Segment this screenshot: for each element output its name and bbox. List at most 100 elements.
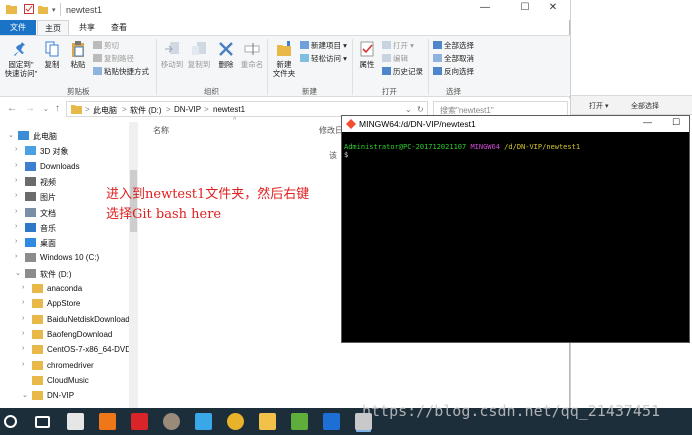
foxmail-icon[interactable] bbox=[99, 413, 116, 430]
background-select-all-label[interactable]: 全部选择 bbox=[631, 101, 659, 111]
tree-chevron-icon[interactable]: › bbox=[15, 253, 17, 260]
copy-button[interactable]: 复制 bbox=[41, 40, 63, 69]
new-folder-quick-icon[interactable] bbox=[38, 4, 48, 16]
tree-item[interactable]: › BaiduNetdiskDownload bbox=[0, 312, 130, 327]
tree-chevron-icon[interactable]: › bbox=[22, 361, 24, 368]
tree-chevron-icon[interactable]: › bbox=[15, 238, 17, 245]
tree-item[interactable]: › 桌面 bbox=[0, 235, 130, 250]
task-view-icon[interactable] bbox=[35, 416, 50, 428]
select-none-button[interactable]: 全部取消 bbox=[433, 53, 474, 64]
chrome-icon[interactable] bbox=[227, 413, 244, 430]
new-folder-label-1: 新建 bbox=[276, 60, 292, 69]
invert-selection-button[interactable]: 反向选择 bbox=[433, 66, 474, 77]
tree-item-label: CloudMusic bbox=[47, 375, 89, 385]
tree-chevron-icon[interactable]: › bbox=[15, 208, 17, 215]
select-all-button[interactable]: 全部选择 bbox=[433, 40, 474, 51]
paste-shortcut-button[interactable]: 粘贴快捷方式 bbox=[93, 66, 149, 77]
diamond-app-icon[interactable] bbox=[195, 413, 212, 430]
tree-chevron-icon[interactable]: ⌄ bbox=[15, 269, 21, 277]
breadcrumb-dn-vip[interactable]: DN-VIP bbox=[174, 105, 201, 114]
tab-view[interactable]: 查看 bbox=[104, 20, 134, 35]
avatar-icon[interactable] bbox=[163, 413, 180, 430]
terminal-title: MINGW64:/d/DN-VIP/newtest1 bbox=[359, 119, 476, 129]
tree-item-label: Windows 10 (C:) bbox=[40, 253, 100, 263]
tab-share[interactable]: 共享 bbox=[72, 20, 102, 35]
tree-item[interactable]: › chromedriver bbox=[0, 358, 130, 373]
ide-icon[interactable] bbox=[323, 413, 340, 430]
tree-chevron-icon[interactable]: › bbox=[22, 315, 24, 322]
tree-chevron-icon[interactable]: › bbox=[22, 284, 24, 291]
refresh-icon[interactable]: ↻ bbox=[417, 105, 424, 114]
tree-item[interactable]: › Windows 10 (C:) bbox=[0, 250, 130, 265]
pin-quick-access-button[interactable]: 固定到" 快速访问" bbox=[3, 40, 39, 78]
file-explorer-icon[interactable] bbox=[259, 413, 276, 430]
tree-item[interactable]: ⌄ 软件 (D:) bbox=[0, 266, 130, 281]
tree-chevron-icon[interactable]: ⌄ bbox=[8, 131, 14, 139]
prompt-user: Administrator@PC-201712021107 bbox=[344, 143, 467, 151]
rename-button[interactable]: 重命名 bbox=[240, 40, 264, 69]
move-to-button[interactable]: 移动到 bbox=[159, 40, 185, 69]
delete-button[interactable]: 删除 bbox=[214, 40, 238, 69]
recent-locations-chevron-icon[interactable]: ⌄ bbox=[43, 105, 49, 113]
tree-item[interactable]: › Downloads bbox=[0, 159, 130, 174]
open-button[interactable]: 打开 ▾ bbox=[382, 40, 414, 51]
address-dropdown-icon[interactable]: ⌄ bbox=[405, 105, 412, 114]
mingw64-terminal-window[interactable]: MINGW64:/d/DN-VIP/newtest1 — ☐ Administr… bbox=[341, 115, 690, 343]
paste-button[interactable]: 粘贴 bbox=[66, 40, 90, 69]
edit-button[interactable]: 编辑 bbox=[382, 53, 408, 64]
navigation-scrollbar[interactable] bbox=[129, 122, 138, 408]
tree-chevron-icon[interactable]: › bbox=[15, 162, 17, 169]
properties-button[interactable]: 属性 bbox=[355, 40, 379, 69]
tree-item[interactable]: › CentOS-7-x86_64-DVD-1 bbox=[0, 342, 138, 357]
close-button[interactable]: ✕ bbox=[538, 2, 568, 18]
tree-item[interactable]: ⌄ DN-VIP bbox=[0, 388, 130, 403]
column-modified-header[interactable]: 修改日 bbox=[319, 125, 343, 136]
annotation-line-2: 选择Git bash here bbox=[106, 207, 222, 222]
minimize-button[interactable]: — bbox=[470, 2, 500, 18]
history-button[interactable]: 历史记录 bbox=[382, 66, 423, 77]
3d-objects-icon bbox=[25, 146, 36, 156]
tree-item[interactable]: › anaconda bbox=[0, 281, 130, 296]
back-arrow-icon[interactable]: ← bbox=[7, 103, 17, 114]
tree-chevron-icon[interactable]: › bbox=[22, 330, 24, 337]
invert-selection-icon bbox=[433, 67, 442, 75]
tree-chevron-icon[interactable]: › bbox=[15, 177, 17, 184]
easy-access-button[interactable]: 轻松访问 ▾ bbox=[300, 53, 347, 64]
properties-quick-icon[interactable] bbox=[24, 4, 34, 16]
cortana-icon[interactable] bbox=[4, 415, 17, 428]
cut-button[interactable]: 剪切 bbox=[93, 40, 119, 51]
terminal-maximize-button[interactable]: ☐ bbox=[672, 117, 680, 128]
mail-icon[interactable] bbox=[67, 413, 84, 430]
column-name-header[interactable]: 名称 bbox=[153, 125, 169, 136]
tree-item[interactable]: › 3D 对象 bbox=[0, 143, 130, 158]
tree-item[interactable]: › 音乐 bbox=[0, 220, 130, 235]
up-arrow-icon[interactable]: ↑ bbox=[55, 103, 60, 114]
maximize-button[interactable]: ☐ bbox=[510, 2, 540, 18]
breadcrumb-drive-d[interactable]: 软件 (D:) bbox=[130, 105, 162, 116]
folder-quick-icon[interactable] bbox=[6, 4, 17, 16]
tree-item[interactable]: › AppStore bbox=[0, 296, 130, 311]
customize-quick-access-icon[interactable]: ▾ bbox=[52, 6, 56, 14]
tree-chevron-icon[interactable]: › bbox=[15, 146, 17, 153]
copy-path-button[interactable]: 复制路径 bbox=[93, 53, 134, 64]
terminal-minimize-button[interactable]: — bbox=[643, 117, 652, 127]
tree-item[interactable]: › BaofengDownload bbox=[0, 327, 130, 342]
tree-item[interactable]: CloudMusic bbox=[0, 373, 130, 388]
background-open-label[interactable]: 打开 ▾ bbox=[589, 101, 608, 111]
breadcrumb-newtest1[interactable]: newtest1 bbox=[213, 105, 245, 114]
tree-item[interactable]: ⌄ 此电脑 bbox=[0, 128, 130, 143]
tab-file[interactable]: 文件 bbox=[0, 20, 36, 35]
new-folder-button[interactable]: 新建 文件夹 bbox=[270, 40, 298, 78]
tree-chevron-icon[interactable]: › bbox=[15, 192, 17, 199]
notepad-icon[interactable] bbox=[291, 413, 308, 430]
tree-chevron-icon[interactable]: ⌄ bbox=[22, 391, 28, 399]
tree-chevron-icon[interactable]: › bbox=[22, 299, 24, 306]
copy-to-button[interactable]: 复制到 bbox=[186, 40, 212, 69]
youdao-icon[interactable] bbox=[131, 413, 148, 430]
breadcrumb-this-pc[interactable]: 此电脑 bbox=[93, 105, 117, 116]
tree-chevron-icon[interactable]: › bbox=[22, 345, 24, 352]
tree-chevron-icon[interactable]: › bbox=[15, 223, 17, 230]
tab-home[interactable]: 主页 bbox=[37, 20, 69, 35]
new-item-button[interactable]: 新建项目 ▾ bbox=[300, 40, 347, 51]
forward-arrow-icon[interactable]: → bbox=[25, 103, 35, 114]
